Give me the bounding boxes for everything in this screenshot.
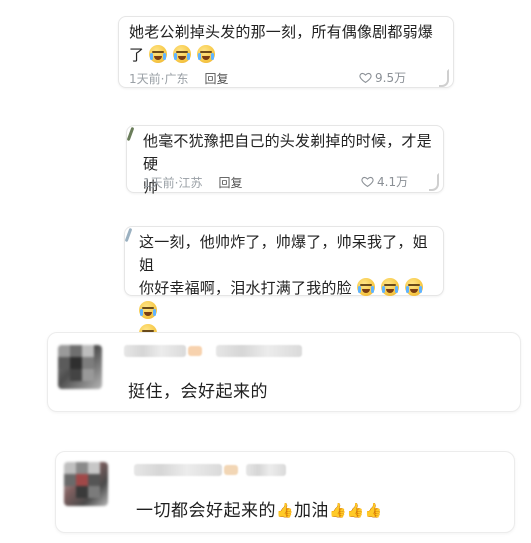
leaf-icon <box>124 227 133 243</box>
crying-face-emoji <box>404 278 423 296</box>
thumbs-up-emoji: 👍 <box>276 503 294 519</box>
comment-text-line2: 你好幸福啊，泪水打满了我的脸 <box>139 279 352 297</box>
comment-card-1: 她老公剃掉头发的那一刻，所有偶像剧都弱爆 了 1天前 · 广东 回复 9.5万 <box>118 16 454 88</box>
like-button[interactable]: 4.1万 <box>361 173 408 190</box>
comment-text-part1: 一切都会好起来的 <box>136 501 276 521</box>
comment-text: 一切都会好起来的👍加油👍👍👍 <box>136 496 383 521</box>
crying-face-emoji <box>139 301 157 319</box>
comment-location: 广东 <box>164 72 189 86</box>
comment-text-part2: 加油 <box>293 501 329 521</box>
comment-text: 挺住，会好起来的 <box>128 382 268 402</box>
comment-meta: 1天前 · 广东 回复 <box>129 70 229 87</box>
heart-icon <box>359 72 372 84</box>
comment-text-line1: 这一刻，他帅炸了，帅爆了，帅呆我了，姐姐 <box>139 233 428 274</box>
comment-text-line2: 了 <box>129 46 145 64</box>
avatar[interactable] <box>64 462 108 506</box>
comment-text-line1: 他毫不犹豫把自己的头发剃掉的时候，才是硬 <box>143 132 432 173</box>
dislike-icon[interactable] <box>429 173 439 191</box>
comment-card-2: 他毫不犹豫把自己的头发剃掉的时候，才是硬 帅 1天前 · 江苏 回复 4.1万 <box>126 125 444 196</box>
leaf-icon <box>126 126 135 142</box>
comment-location: 江苏 <box>178 176 203 190</box>
comment-text: 这一刻，他帅炸了，帅爆了，帅呆我了，姐姐 你好幸福啊，泪水打满了我的脸 <box>139 231 439 346</box>
heart-icon <box>361 176 374 188</box>
comment-time: 1天前 <box>129 72 161 86</box>
thumbs-up-emoji: 👍 <box>346 503 365 519</box>
avatar[interactable] <box>58 345 102 389</box>
crying-face-emoji <box>173 45 192 63</box>
user-comment-1: 挺住，会好起来的 <box>47 332 521 412</box>
comment-screenshot-collage: 她老公剃掉头发的那一刻，所有偶像剧都弱爆 了 1天前 · 广东 回复 9.5万 … <box>0 0 531 543</box>
like-count: 4.1万 <box>377 175 409 189</box>
crying-face-emoji <box>356 278 375 296</box>
dislike-icon[interactable] <box>439 69 449 87</box>
user-badge <box>188 346 202 356</box>
reply-button[interactable]: 回复 <box>218 174 242 191</box>
user-comment-2: 一切都会好起来的👍加油👍👍👍 <box>55 451 515 533</box>
username[interactable] <box>124 345 186 357</box>
comment-text-line1: 她老公剃掉头发的那一刻，所有偶像剧都弱爆 <box>129 23 434 41</box>
user-meta <box>246 464 286 476</box>
comment-card-3: 这一刻，他帅炸了，帅爆了，帅呆我了，姐姐 你好幸福啊，泪水打满了我的脸 <box>124 226 444 342</box>
comment-meta: 1天前 · 江苏 回复 <box>143 174 243 191</box>
comment-time: 1天前 <box>143 176 175 190</box>
like-button[interactable]: 9.5万 <box>359 69 406 86</box>
crying-face-emoji <box>380 278 399 296</box>
reply-button[interactable]: 回复 <box>204 70 228 87</box>
crying-face-emoji <box>197 45 216 63</box>
like-count: 9.5万 <box>375 71 407 85</box>
thumbs-up-emoji: 👍 <box>328 503 347 519</box>
thumbs-up-emoji: 👍 <box>364 503 383 519</box>
user-meta <box>216 345 302 357</box>
username[interactable] <box>134 464 222 476</box>
comment-text: 她老公剃掉头发的那一刻，所有偶像剧都弱爆 了 <box>129 21 451 67</box>
user-badge <box>224 465 238 475</box>
crying-face-emoji <box>149 45 168 63</box>
